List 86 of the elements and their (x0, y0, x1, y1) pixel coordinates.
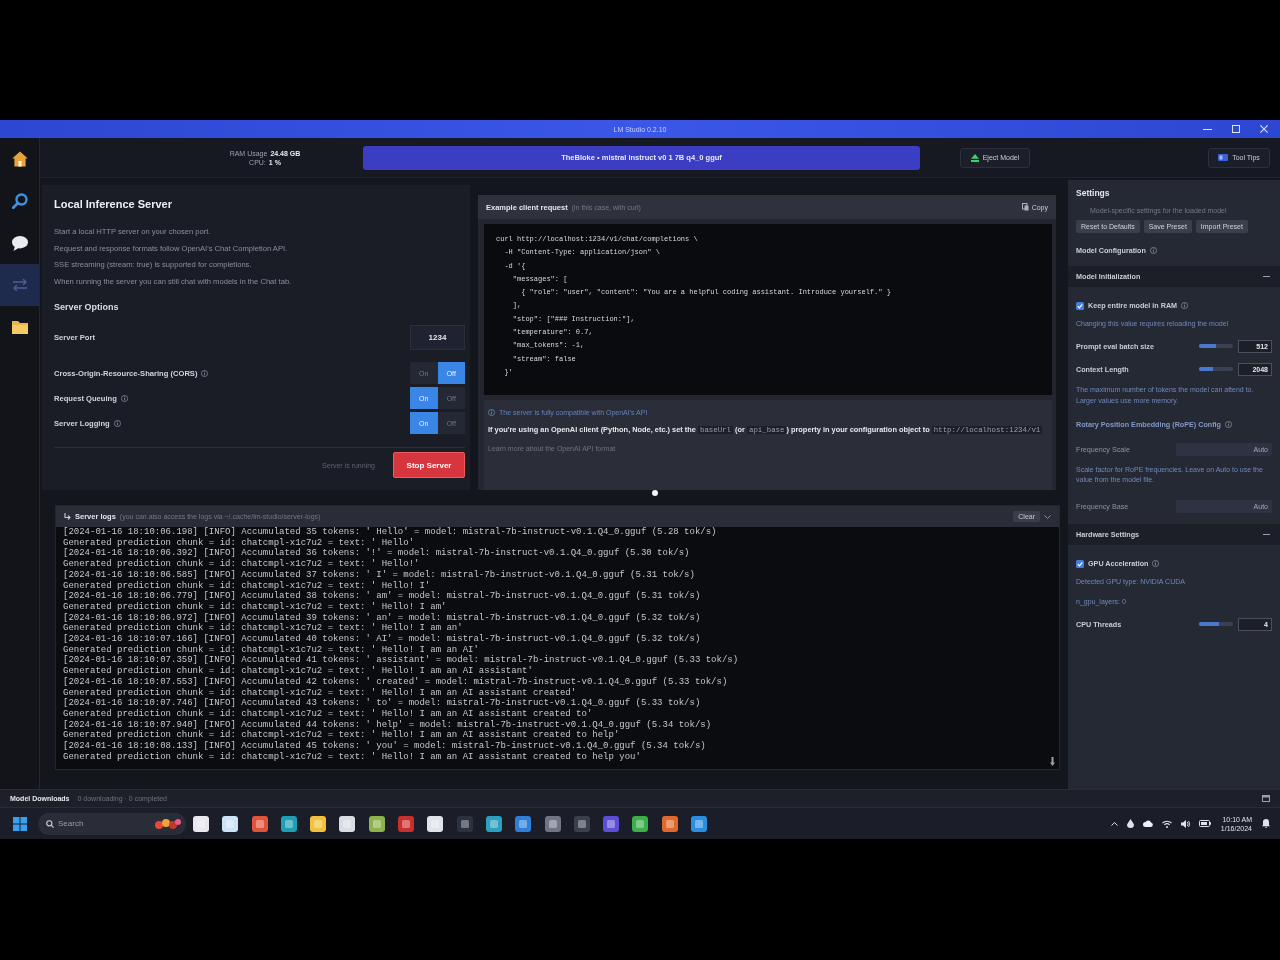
maximize-icon[interactable] (1232, 125, 1240, 133)
app-tile-icon[interactable] (251, 815, 268, 832)
app-tile-icon[interactable] (515, 815, 532, 832)
doodle-icon (155, 817, 181, 830)
section-title: Server Options (54, 301, 120, 314)
log-line: [2024-01-16 18:10:06.585] [INFO] Accumulated 37 tokens: ' I' = model: mistral-7b-instruct-v0.1.Q4_0.gguf (5.31 tok/s) (63, 569, 695, 581)
app-tile-icon[interactable] (661, 815, 678, 832)
checkbox[interactable] (1076, 559, 1084, 568)
log-line: [2024-01-16 18:10:06.198] [INFO] Accumulated 35 tokens: ' Hello' = model: mistral-7b-instruct-v0.1.Q4_0.gguf (5.28 tok/s) (63, 527, 717, 538)
app-tile-icon[interactable] (398, 815, 415, 832)
app-tile-icon[interactable] (368, 815, 385, 832)
log-line: [2024-01-16 18:10:07.746] [INFO] Accumulated 43 tokens: ' to' = model: mistral-7b-instruct-v0.1.Q4_0.gguf (5.33 tok/s) (63, 698, 701, 709)
close-icon[interactable] (1260, 125, 1268, 133)
log-line: [2024-01-16 18:10:07.166] [INFO] Accumulated 40 tokens: ' AI' = model: mistral-7b-instruct-v0.1.Q4_0.gguf (5.32 tok/s) (63, 634, 701, 645)
log-line: [2024-01-16 18:10:06.972] [INFO] Accumulated 39 tokens: ' an' = model: mistral-7b-instruct-v0.1.Q4_0.gguf (5.32 tok/s) (63, 612, 701, 623)
app-tile-icon[interactable] (222, 815, 239, 832)
dot-icon[interactable] (652, 490, 658, 496)
app-tile-icon[interactable] (339, 815, 356, 832)
log-line: Generated prediction chunk = id: chatcmpl-x1c7u2 = text: ' Hello! I am an AI assistant created' (63, 687, 577, 698)
log-line: Generated prediction chunk = id: chatcmpl-x1c7u2 = text: ' Hello! I am an AI assistant' (63, 666, 533, 677)
copy-icon (1021, 203, 1029, 211)
log-line: [2024-01-16 18:10:06.779] [INFO] Accumulated 38 tokens: ' am' = model: mistral-7b-instruct-v0.1.Q4_0.gguf (5.31 tok/s) (63, 591, 701, 602)
panel-title: Settings (1076, 188, 1111, 198)
panel-icon[interactable] (1262, 795, 1270, 802)
speaker-icon[interactable] (1180, 819, 1190, 828)
app-tile-icon[interactable] (456, 815, 473, 832)
log-line: [2024-01-16 18:10:07.553] [INFO] Accumulated 42 tokens: ' created' = model: mistral-7b-instruct-v0.1.Q4_0.gguf (5.33 tok/s) (63, 676, 728, 688)
minus-icon[interactable] (1263, 534, 1270, 536)
info-icon (113, 419, 121, 427)
search-icon (11, 193, 28, 209)
log-line: [2024-01-16 18:10:07.359] [INFO] Accumulated 41 tokens: ' assistant' = model: mistral-7b-instruct-v0.1.Q4_0.gguf (5.33 tok/s) (63, 655, 739, 666)
app-tile-icon[interactable] (193, 815, 209, 832)
house-icon (11, 151, 28, 167)
log-line: [2024-01-16 18:10:07.940] [INFO] Accumulated 44 tokens: ' help' = model: mistral-7b-instruct-v0.1.Q4_0.gguf (5.34 tok/s) (63, 719, 712, 730)
log-line: [2024-01-16 18:10:06.392] [INFO] Accumulated 36 tokens: '!' = model: mistral-7b-instruct-v0.1.Q4_0.gguf (5.30 tok/s) (63, 548, 690, 559)
panel-icon (1218, 154, 1229, 161)
log-line: Generated prediction chunk = id: chatcmpl-x1c7u2 = text: ' Hello! I am an' (63, 623, 463, 634)
app-tile-icon[interactable] (603, 815, 620, 832)
info-icon (1181, 302, 1189, 309)
folder-icon (11, 320, 28, 334)
log-line: Generated prediction chunk = id: chatcmpl-x1c7u2 = text: ' Hello! I am an AI assistant created to help' (63, 730, 620, 741)
app-tile-icon[interactable] (691, 815, 708, 832)
checkbox[interactable] (1076, 301, 1084, 310)
log-line: Generated prediction chunk = id: chatcmpl-x1c7u2 = text: ' Hello! I am an AI assistant created to help you' (63, 751, 641, 763)
minimize-icon[interactable] (1203, 128, 1212, 130)
log-line: [2024-01-16 18:10:08.133] [INFO] Accumulated 45 tokens: ' you' = model: mistral-7b-instruct-v0.1.Q4_0.gguf (5.34 tok/s) (63, 741, 706, 752)
stop-server-button[interactable]: Stop Server (393, 452, 465, 478)
info-icon (1149, 247, 1157, 254)
drop-icon[interactable] (1126, 819, 1134, 828)
app-tile-icon[interactable] (280, 815, 297, 832)
slider-track[interactable] (1199, 367, 1233, 372)
app-tile-icon[interactable] (310, 815, 327, 832)
scroll-down-icon[interactable] (1050, 757, 1055, 766)
app-tile-icon[interactable] (544, 815, 561, 832)
battery-icon[interactable] (1198, 820, 1211, 827)
start-icon[interactable] (13, 816, 27, 831)
app-tile-icon[interactable] (427, 815, 444, 832)
log-line: Generated prediction chunk = id: chatcmpl-x1c7u2 = text: ' Hello' (63, 537, 415, 548)
chevron-icon[interactable] (1044, 514, 1051, 519)
log-line: Generated prediction chunk = id: chatcmpl-x1c7u2 = text: ' Hello! I am an AI' (63, 644, 479, 655)
chevron-up-icon[interactable] (1110, 821, 1118, 826)
arrow-icon (64, 513, 71, 520)
log-line: Generated prediction chunk = id: chatcmpl-x1c7u2 = text: ' Hello! I am' (63, 601, 447, 613)
eject-icon (970, 153, 979, 162)
info-icon (120, 394, 128, 402)
app-tile-icon[interactable] (573, 815, 590, 832)
info-icon (488, 409, 495, 416)
app-tile-icon[interactable] (485, 815, 502, 832)
panel-title: Local Inference Server (54, 197, 173, 211)
port-field[interactable]: 1234 (410, 325, 465, 350)
arrows-icon (12, 279, 27, 291)
app-tile-icon[interactable] (632, 815, 649, 832)
log-line: Generated prediction chunk = id: chatcmpl-x1c7u2 = text: ' Hello!' (63, 559, 420, 570)
cloud-icon[interactable] (1142, 820, 1153, 827)
info-icon (201, 369, 209, 377)
info-icon (1224, 420, 1232, 428)
info-icon (1152, 560, 1160, 568)
search-field[interactable]: Search (38, 812, 186, 835)
log-line: Generated prediction chunk = id: chatcmpl-x1c7u2 = text: ' Hello! I' (63, 580, 431, 591)
slider-track[interactable] (1199, 622, 1233, 627)
wifi-icon[interactable] (1161, 819, 1172, 828)
slider-track[interactable] (1199, 344, 1233, 349)
search-icon (46, 819, 54, 828)
speech-bubble-icon (11, 235, 28, 251)
log-line: Generated prediction chunk = id: chatcmpl-x1c7u2 = text: ' Hello! I am an AI assistant created to' (63, 708, 593, 720)
bell-icon[interactable] (1262, 819, 1270, 828)
